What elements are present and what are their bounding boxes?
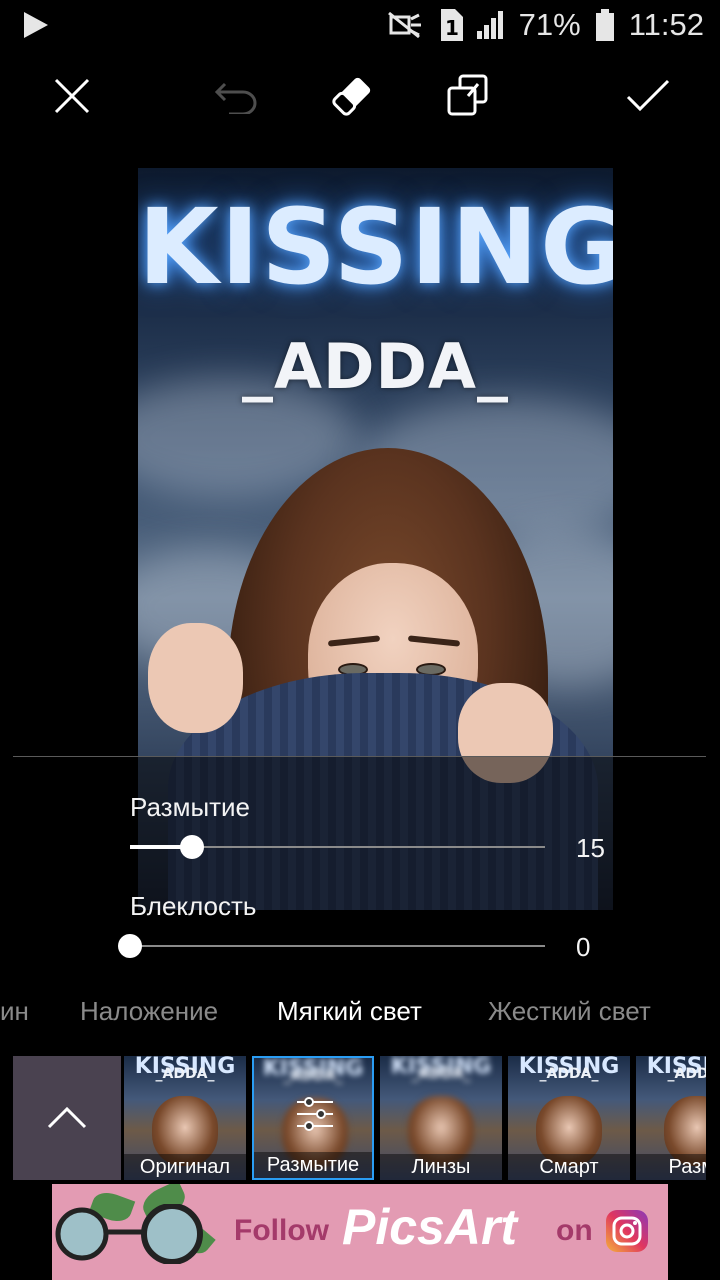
- adjust-panel: [13, 756, 706, 986]
- thumb-cover-subtitle: _ADDA_: [283, 1068, 343, 1084]
- close-icon: [54, 78, 90, 114]
- ad-banner[interactable]: Follow PicsArt on: [52, 1184, 668, 1280]
- blur-slider[interactable]: [130, 835, 545, 859]
- battery-icon: [595, 9, 615, 41]
- thumb-cover-subtitle: _ADDA_: [539, 1066, 599, 1082]
- effect-thumb-blur[interactable]: KISSING _ADDA_ Размытие: [252, 1056, 374, 1180]
- fade-slider-knob[interactable]: [118, 934, 142, 958]
- fade-slider[interactable]: [118, 934, 545, 958]
- blend-mode-tab[interactable]: Мягкий свет: [277, 996, 422, 1027]
- effect-thumb-lens[interactable]: KISSING _ADDA_ Линзы: [380, 1056, 502, 1180]
- glasses-icon: [55, 1204, 203, 1264]
- battery-percent: 71%: [518, 7, 581, 42]
- top-toolbar: [0, 60, 720, 132]
- thumb-cover-subtitle: _ADDA_: [411, 1066, 471, 1082]
- compare-icon: [447, 74, 488, 116]
- effect-label: Оригинал: [124, 1154, 246, 1180]
- instagram-icon: [606, 1210, 648, 1252]
- chevron-up-icon: [47, 1107, 87, 1129]
- apply-button[interactable]: [612, 60, 684, 132]
- sim-badge: 1: [445, 16, 459, 40]
- sim-icon: 1: [439, 9, 463, 41]
- thumb-cover-subtitle: _ADDA_: [155, 1066, 215, 1082]
- status-bar: 1 71% 11:52: [0, 0, 720, 50]
- clock: 11:52: [628, 7, 704, 42]
- cover-subtitle: _ADDA_: [242, 330, 509, 403]
- close-button[interactable]: [36, 60, 108, 132]
- effect-thumb-smart[interactable]: KISSING _ADDA_ Смарт: [508, 1056, 630, 1180]
- adjust-panel-divider: [13, 756, 706, 757]
- apply-check-icon: [626, 79, 670, 112]
- undo-icon: [214, 82, 257, 114]
- eraser-icon: [332, 77, 371, 116]
- blend-mode-tabs: ин Наложение Мягкий свет Жесткий свет: [0, 992, 720, 1036]
- effect-label: Линзы: [380, 1154, 502, 1180]
- cover-title: KISSING: [138, 186, 613, 308]
- ad-follow-text: Follow: [234, 1214, 329, 1247]
- ad-brand-logo: PicsArt: [342, 1199, 518, 1255]
- fade-label: Блеклость: [130, 891, 257, 921]
- thumb-cover-subtitle: _ADDA_: [667, 1066, 706, 1082]
- effect-thumb-original[interactable]: KISSING _ADDA_ Оригинал: [124, 1056, 246, 1180]
- compare-button[interactable]: [432, 60, 504, 132]
- blend-mode-tab[interactable]: Наложение: [80, 996, 218, 1027]
- blur-value: 15: [576, 833, 605, 863]
- collapse-panel-button[interactable]: [13, 1056, 121, 1180]
- mute-icon: [385, 11, 425, 39]
- blend-mode-tab[interactable]: Жесткий свет: [488, 996, 651, 1027]
- effects-strip: KISSING _ADDA_ Оригинал KISSING _ADDA_ Р…: [13, 1056, 706, 1180]
- play-icon: [24, 12, 48, 38]
- portrait-hand-left: [148, 623, 243, 733]
- fade-value: 0: [576, 932, 591, 962]
- undo-button[interactable]: [200, 60, 272, 132]
- effect-thumb-blur-2[interactable]: KISSING _ADDA_ Размь: [636, 1056, 706, 1180]
- eraser-button[interactable]: [316, 60, 388, 132]
- signal-icon: [476, 11, 505, 39]
- blend-mode-tab[interactable]: ин: [0, 996, 29, 1027]
- ad-on-text: on: [556, 1214, 593, 1247]
- effect-label: Размытие: [254, 1152, 372, 1178]
- blur-label: Размытие: [130, 792, 251, 822]
- effect-label: Смарт: [508, 1154, 630, 1180]
- sliders-settings-icon[interactable]: [295, 1094, 335, 1134]
- blur-slider-knob[interactable]: [180, 835, 204, 859]
- effect-label: Размь: [636, 1154, 706, 1180]
